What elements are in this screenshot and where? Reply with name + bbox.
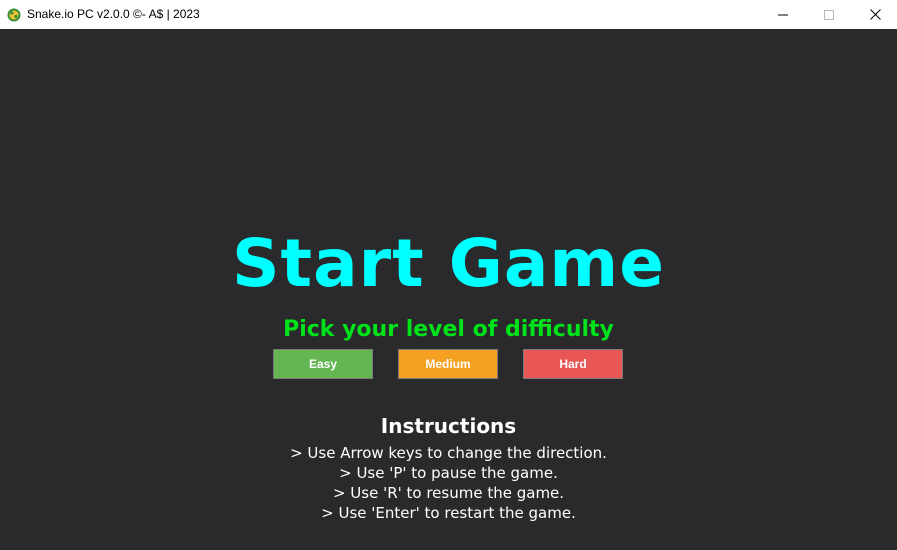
hard-button[interactable]: Hard bbox=[523, 349, 623, 379]
game-canvas: Start Game Pick your level of difficulty… bbox=[0, 29, 897, 550]
minimize-icon bbox=[778, 14, 788, 15]
instructions-heading: Instructions bbox=[380, 414, 517, 438]
difficulty-prompt: Pick your level of difficulty bbox=[283, 317, 614, 342]
instruction-item: > Use Arrow keys to change the direction… bbox=[290, 444, 607, 462]
instructions-list: > Use Arrow keys to change the direction… bbox=[0, 443, 897, 523]
start-game-title[interactable]: Start Game bbox=[0, 224, 897, 304]
instruction-item: > Use 'P' to pause the game. bbox=[339, 464, 558, 482]
maximize-icon bbox=[824, 9, 834, 20]
close-button[interactable] bbox=[852, 0, 897, 29]
close-icon bbox=[869, 9, 881, 20]
medium-button[interactable]: Medium bbox=[398, 349, 498, 379]
window-title: Snake.io PC v2.0.0 ©- A$ | 2023 bbox=[27, 7, 200, 21]
minimize-button[interactable] bbox=[760, 0, 806, 29]
instruction-item: > Use 'Enter' to restart the game. bbox=[321, 504, 576, 522]
window-titlebar: Snake.io PC v2.0.0 ©- A$ | 2023 bbox=[0, 0, 897, 29]
maximize-button[interactable] bbox=[806, 0, 852, 29]
snake-app-icon bbox=[7, 7, 21, 22]
easy-button[interactable]: Easy bbox=[273, 349, 373, 379]
instruction-item: > Use 'R' to resume the game. bbox=[332, 484, 565, 502]
